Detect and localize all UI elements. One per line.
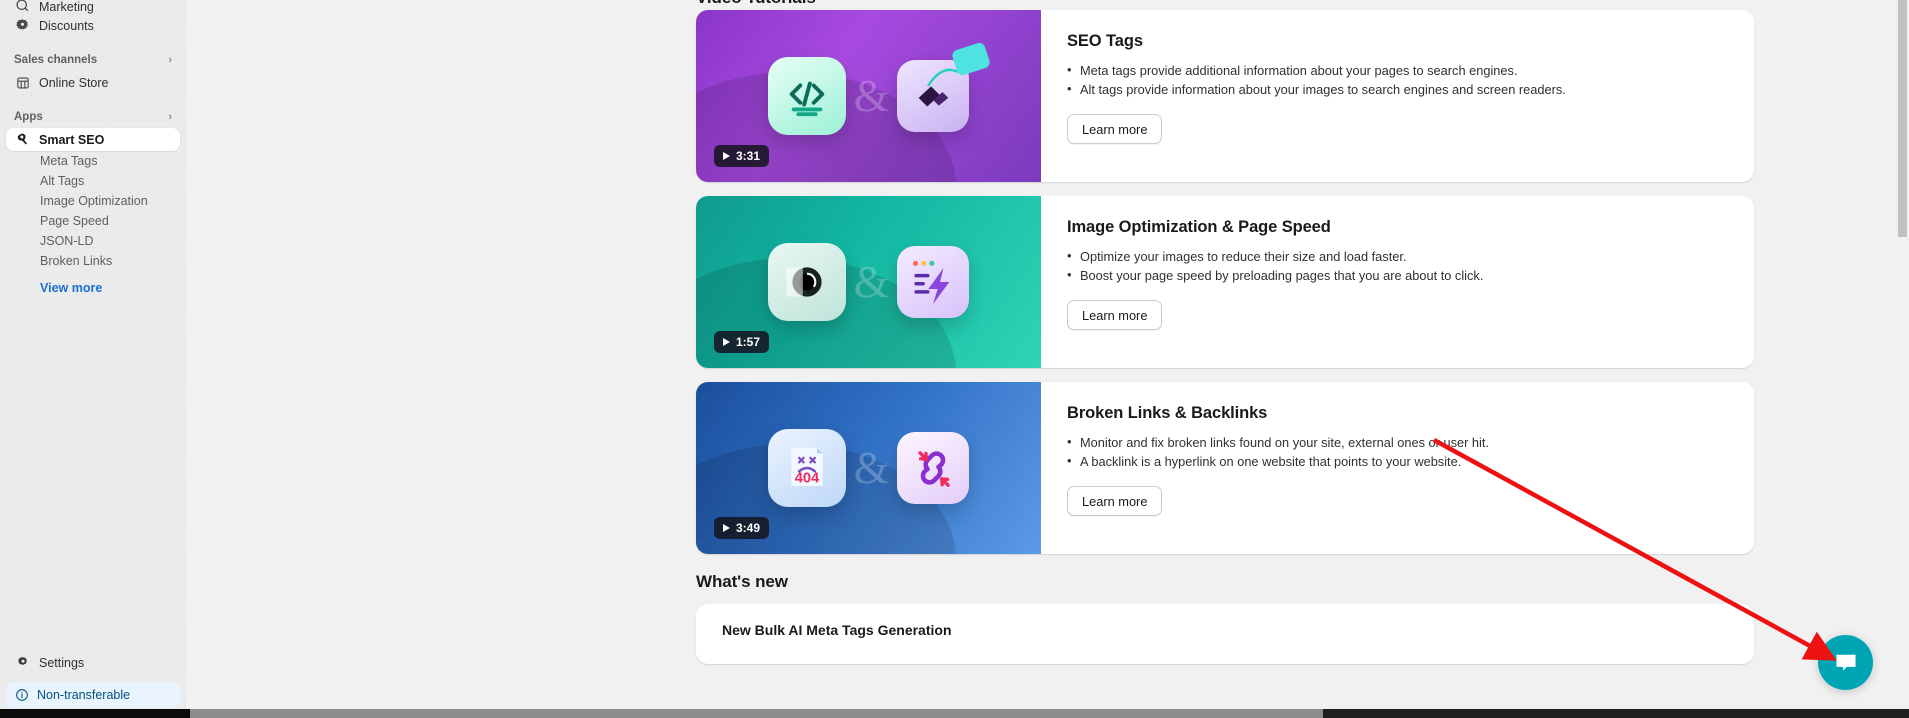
card-title: Image Optimization & Page Speed xyxy=(1067,218,1331,236)
sidebar-item-discounts[interactable]: Discounts xyxy=(6,14,180,37)
sidebar-item-marketing[interactable]: Marketing xyxy=(6,0,180,14)
video-tutorials-heading-clip: Video Tutorials xyxy=(186,0,1880,10)
card-body: Image Optimization & Page Speed Optimize… xyxy=(1041,196,1754,368)
bullet-item: Meta tags provide additional information… xyxy=(1067,61,1728,80)
section-label: Sales channels xyxy=(14,54,98,66)
sidebar-item-settings[interactable]: Settings xyxy=(6,651,180,674)
learn-more-button[interactable]: Learn more xyxy=(1067,486,1163,516)
megaphone-icon xyxy=(14,0,31,14)
duration-label: 3:31 xyxy=(736,149,761,163)
horizontal-scrollbar-track-left[interactable] xyxy=(0,709,190,718)
whats-new-item-label: New Bulk AI Meta Tags Generation xyxy=(722,622,952,638)
bullet-item: Monitor and fix broken links found on yo… xyxy=(1067,433,1728,452)
bullet-item: A backlink is a hyperlink on one website… xyxy=(1067,452,1728,471)
seo-search-icon xyxy=(14,131,31,148)
horizontal-scrollbar-thumb[interactable] xyxy=(190,709,1323,718)
tutorial-card-broken-links[interactable]: 404 & 3:49 Broken Links & Backlinks • Mo… xyxy=(696,382,1754,554)
sidebar-item-json-ld[interactable]: JSON-LD xyxy=(6,231,180,251)
sidebar-item-label: Online Store xyxy=(39,75,109,90)
info-circle-icon xyxy=(14,687,30,703)
duration-label: 3:49 xyxy=(736,521,761,535)
card-title: SEO Tags xyxy=(1067,32,1143,50)
chat-bubble-icon xyxy=(1835,654,1856,671)
view-more-link[interactable]: View more xyxy=(6,277,180,299)
section-label: Apps xyxy=(14,111,43,123)
sidebar-item-alt-tags[interactable]: Alt Tags xyxy=(6,171,180,191)
sidebar-footer: Settings Non-transferable xyxy=(0,651,186,718)
sidebar-item-label: Broken Links xyxy=(40,254,113,268)
sidebar-item-page-speed[interactable]: Page Speed xyxy=(6,211,180,231)
card-bullets: Optimize your images to reduce their siz… xyxy=(1067,247,1728,285)
play-icon xyxy=(723,152,730,160)
duration-label: 1:57 xyxy=(736,335,761,349)
chain-link-icon xyxy=(897,432,970,504)
card-bullets: Meta tags provide additional information… xyxy=(1067,61,1728,99)
status-badge-non-transferable: Non-transferable xyxy=(6,682,180,708)
video-duration-badge: 3:49 xyxy=(714,517,770,539)
sidebar-item-image-optimization[interactable]: Image Optimization xyxy=(6,191,180,211)
storefront-icon xyxy=(14,74,31,91)
tutorial-card-seo-tags[interactable]: & 3:31 SEO Tags • Meta tags provide addi… xyxy=(696,10,1754,182)
video-thumbnail[interactable]: & 3:31 xyxy=(696,10,1041,182)
card-bullets: Monitor and fix broken links found on yo… xyxy=(1067,433,1728,471)
lightning-browser-icon xyxy=(897,246,970,318)
video-thumbnail[interactable]: & 1:57 xyxy=(696,196,1041,368)
sidebar-item-label: JSON-LD xyxy=(40,234,94,248)
404-document-icon: 404 xyxy=(767,429,846,507)
gear-icon xyxy=(14,654,31,671)
bullet-item: Boost your page speed by preloading page… xyxy=(1067,266,1728,285)
page-title-whats-new: What's new xyxy=(696,572,788,591)
card-title: Broken Links & Backlinks xyxy=(1067,404,1268,422)
tutorial-card-image-optimization[interactable]: & 1:57 Image Optimization & Page Speed •… xyxy=(696,196,1754,368)
video-thumbnail[interactable]: 404 & 3:49 xyxy=(696,382,1041,554)
sidebar-item-smart-seo[interactable]: Smart SEO xyxy=(6,128,180,151)
learn-more-button[interactable]: Learn more xyxy=(1067,114,1163,144)
sidebar-item-label: Smart SEO xyxy=(39,132,105,147)
main-content: Video Tutorials xyxy=(186,0,1909,718)
scroll-content: Video Tutorials xyxy=(186,0,1880,664)
video-duration-badge: 1:57 xyxy=(714,331,770,353)
ampersand-label: & xyxy=(853,442,890,493)
sidebar-item-label: Page Speed xyxy=(40,214,109,228)
card-body: Broken Links & Backlinks Monitor and fix… xyxy=(1041,382,1754,554)
chat-widget-button[interactable] xyxy=(1818,635,1873,690)
sidebar-item-label: Meta Tags xyxy=(40,154,98,168)
learn-more-button[interactable]: Learn more xyxy=(1067,300,1163,330)
vertical-scrollbar[interactable] xyxy=(1895,0,1909,718)
sidebar-item-label: Marketing xyxy=(39,0,94,14)
whats-new-card[interactable]: New Bulk AI Meta Tags Generation xyxy=(696,604,1754,664)
horizontal-scrollbar[interactable] xyxy=(0,709,1909,718)
video-duration-badge: 3:31 xyxy=(714,145,770,167)
card-body: SEO Tags Meta tags provide additional in… xyxy=(1041,10,1754,182)
play-icon xyxy=(723,524,730,532)
sidebar-section-apps[interactable]: Apps › xyxy=(6,106,180,128)
status-badge-label: Non-transferable xyxy=(37,688,131,702)
app-root: Marketing Discounts Sales channels › Onl… xyxy=(0,0,1909,718)
sidebar: Marketing Discounts Sales channels › Onl… xyxy=(0,0,186,718)
sidebar-item-meta-tags[interactable]: Meta Tags xyxy=(6,151,180,171)
vertical-scrollbar-thumb[interactable] xyxy=(1898,0,1907,237)
svg-text:404: 404 xyxy=(794,471,819,487)
page-title-video-tutorials: Video Tutorials xyxy=(696,0,1880,8)
sidebar-item-label: Settings xyxy=(39,655,85,670)
sidebar-item-label: Alt Tags xyxy=(40,174,85,188)
ampersand-label: & xyxy=(853,256,890,307)
discount-tag-icon xyxy=(14,17,31,34)
sidebar-item-online-store[interactable]: Online Store xyxy=(6,71,180,94)
bullet-item: Alt tags provide information about your … xyxy=(1067,80,1728,99)
chevron-right-icon[interactable]: › xyxy=(168,111,172,123)
bullet-item: Optimize your images to reduce their siz… xyxy=(1067,247,1728,266)
chevron-right-icon[interactable]: › xyxy=(168,54,172,66)
play-icon xyxy=(723,338,730,346)
sidebar-section-sales-channels[interactable]: Sales channels › xyxy=(6,49,180,71)
sidebar-item-broken-links[interactable]: Broken Links xyxy=(6,251,180,271)
camera-lens-icon xyxy=(767,243,846,321)
sidebar-item-label: Discounts xyxy=(39,18,94,33)
sidebar-item-label: Image Optimization xyxy=(40,194,148,208)
